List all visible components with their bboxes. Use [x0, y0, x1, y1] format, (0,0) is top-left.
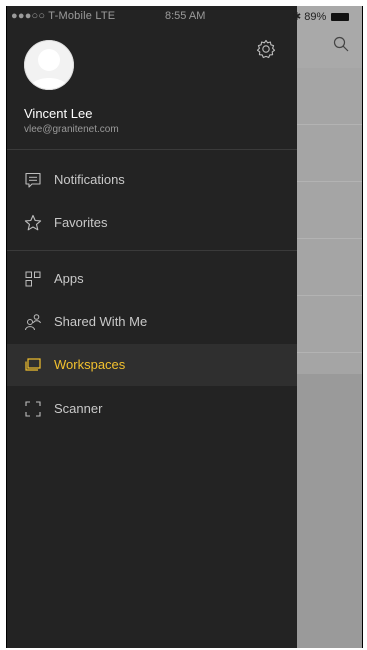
shared-icon	[25, 314, 41, 331]
avatar[interactable]	[24, 40, 74, 90]
person-icon	[24, 40, 74, 90]
notifications-icon	[25, 172, 41, 188]
user-email: vlee@granitenet.com	[24, 124, 119, 135]
carrier-label: ●●●○○ T-Mobile LTE	[11, 10, 116, 22]
search-icon[interactable]	[333, 36, 349, 52]
device-screen: ●●●○○ T-Mobile LTE 8:55 AM ✱ 89% Vincent…	[6, 6, 363, 648]
menu-item-scanner[interactable]: Scanner	[7, 388, 297, 430]
menu-item-notifications[interactable]: Notifications	[7, 159, 297, 201]
bluetooth-icon: ✱	[292, 11, 302, 23]
menu-label-scanner: Scanner	[54, 401, 103, 416]
menu-label-favorites: Favorites	[54, 215, 108, 230]
menu-label-workspaces: Workspaces	[54, 357, 126, 372]
menu-item-favorites[interactable]: Favorites	[7, 202, 297, 244]
divider	[7, 149, 297, 150]
star-icon	[24, 214, 42, 231]
list-item	[297, 125, 362, 182]
side-drawer: Vincent Lee vlee@granitenet.com Notifica…	[7, 6, 297, 648]
menu-item-shared-with-me[interactable]: Shared With Me	[7, 301, 297, 343]
clock: 8:55 AM	[165, 10, 206, 22]
scanner-icon	[25, 401, 41, 417]
background-content	[297, 6, 362, 648]
background-list	[297, 68, 362, 374]
list-item	[297, 296, 362, 353]
status-bar: ●●●○○ T-Mobile LTE 8:55 AM ✱ 89%	[7, 6, 362, 26]
menu-label-shared-with-me: Shared With Me	[54, 314, 148, 329]
list-item	[297, 68, 362, 125]
workspaces-icon	[25, 358, 41, 371]
battery-status: ✱ 89%	[292, 10, 350, 23]
settings-icon[interactable]	[255, 38, 277, 60]
menu-label-apps: Apps	[54, 271, 84, 286]
battery-icon	[331, 13, 350, 22]
user-name: Vincent Lee	[24, 106, 93, 121]
divider	[7, 250, 297, 251]
menu-item-workspaces[interactable]: Workspaces	[7, 344, 297, 386]
menu-item-apps[interactable]: Apps	[7, 258, 297, 300]
list-item	[297, 239, 362, 296]
list-item	[297, 182, 362, 239]
battery-label: 89%	[304, 11, 327, 23]
apps-icon	[25, 271, 41, 287]
menu-label-notifications: Notifications	[54, 172, 125, 187]
